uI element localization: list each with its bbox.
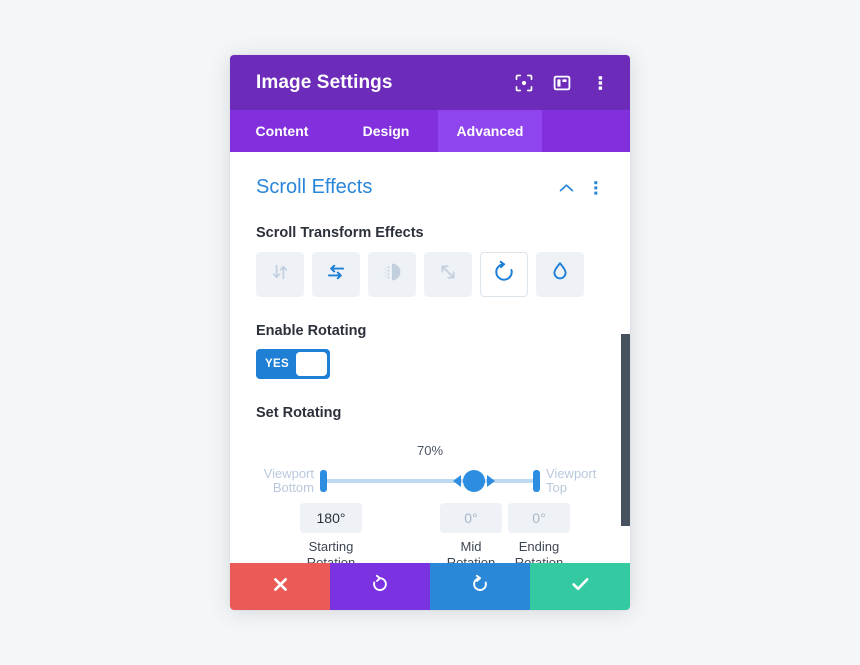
starting-rotation-input[interactable]: 180° [300, 503, 362, 533]
effect-vertical-motion-button[interactable] [256, 252, 304, 297]
starting-rotation-caption: Starting Rotation [306, 539, 356, 563]
section-controls [558, 180, 604, 196]
page-title: Image Settings [256, 71, 393, 93]
knob-arrow-left-icon[interactable] [453, 475, 461, 487]
settings-scroll-area: Scroll Effects Scroll Transform Effects [230, 152, 630, 563]
slider-percent-label: 70% [416, 443, 444, 458]
cancel-button[interactable] [230, 563, 330, 610]
slider-start-handle[interactable] [320, 470, 327, 492]
chevron-up-icon[interactable] [558, 180, 574, 196]
knob-arrow-right-icon[interactable] [487, 475, 495, 487]
close-x-icon [272, 576, 289, 598]
redo-arrow-icon [470, 574, 490, 599]
ending-rotation-group: 0° Ending Rotation [508, 503, 570, 563]
enable-rotating-label: Enable Rotating [256, 323, 367, 339]
viewport-range-slider: 70% Viewport Bottom Viewport Top [256, 443, 604, 495]
water-drop-icon [550, 260, 570, 289]
toggle-knob [295, 352, 327, 376]
starting-rotation-group: 180° Starting Rotation [300, 503, 362, 563]
rotation-values-row: 180° Starting Rotation 0° Mid Rotation 0… [256, 503, 604, 563]
tab-content[interactable]: Content [230, 110, 334, 152]
toggle-value-label: YES [265, 358, 289, 370]
tab-bar: Content Design Advanced [230, 110, 630, 152]
mid-rotation-group: 0° Mid Rotation [440, 503, 502, 563]
transform-effects-toolbar [256, 252, 604, 297]
tab-design[interactable]: Design [334, 110, 438, 152]
viewport-top-label: Viewport Top [546, 466, 597, 495]
undo-button[interactable] [330, 563, 430, 610]
slider-end-handle[interactable] [533, 470, 540, 492]
slider-track-area[interactable] [320, 469, 540, 493]
modal-header: Image Settings [230, 55, 630, 110]
effect-rotating-button[interactable] [480, 252, 528, 297]
effect-blur-button[interactable] [536, 252, 584, 297]
up-down-arrows-icon [269, 261, 291, 288]
scroll-effects-section-header: Scroll Effects [256, 152, 604, 199]
slider-row: Viewport Bottom Viewport Top [256, 467, 604, 495]
header-actions [514, 73, 610, 93]
mid-rotation-input[interactable]: 0° [440, 503, 502, 533]
slider-mid-handle[interactable] [453, 469, 495, 493]
vertical-scrollbar-thumb[interactable] [621, 334, 630, 526]
focus-target-icon[interactable] [514, 73, 534, 93]
effect-scaling-button[interactable] [424, 252, 472, 297]
slider-track [324, 479, 536, 483]
scroll-transform-effects-label: Scroll Transform Effects [256, 225, 424, 241]
rotate-clockwise-icon [492, 260, 516, 289]
knob-circle[interactable] [463, 470, 485, 492]
redo-button[interactable] [430, 563, 530, 610]
more-options-icon[interactable] [590, 73, 610, 93]
diagonal-resize-icon [437, 261, 459, 288]
save-button[interactable] [530, 563, 630, 610]
modal-footer [230, 563, 630, 610]
image-settings-modal: Image Settings Content Design Advanced S… [230, 55, 630, 610]
section-more-options-icon[interactable] [588, 180, 604, 196]
effect-fade-button[interactable] [368, 252, 416, 297]
enable-rotating-toggle[interactable]: YES [256, 349, 330, 379]
viewport-bottom-label: Viewport Bottom [263, 466, 314, 495]
section-title: Scroll Effects [256, 176, 373, 198]
opacity-fade-icon [380, 261, 404, 288]
left-right-arrows-icon [324, 261, 348, 288]
set-rotating-label: Set Rotating [256, 405, 342, 421]
mid-rotation-caption: Mid Rotation [446, 539, 496, 563]
ending-rotation-input[interactable]: 0° [508, 503, 570, 533]
ending-rotation-caption: Ending Rotation [514, 539, 564, 563]
tab-advanced[interactable]: Advanced [438, 110, 542, 152]
layout-panel-icon[interactable] [552, 73, 572, 93]
undo-arrow-icon [370, 574, 390, 599]
effect-horizontal-motion-button[interactable] [312, 252, 360, 297]
checkmark-icon [571, 576, 590, 597]
